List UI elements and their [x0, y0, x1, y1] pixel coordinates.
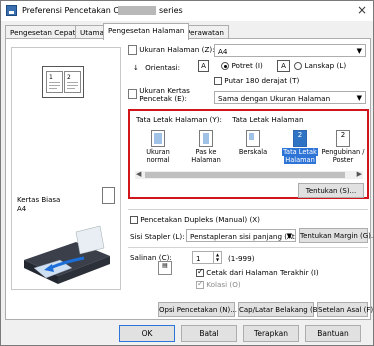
scroll-left-icon[interactable]: ◀ — [136, 170, 141, 178]
cancel-button[interactable]: Batal — [181, 325, 237, 342]
rotate-180-checkbox[interactable] — [214, 77, 222, 85]
chevron-down-icon: ▼ — [356, 94, 362, 102]
landscape-radio[interactable] — [294, 62, 303, 70]
collate-pages-icon: ▤ — [158, 261, 172, 275]
print-preferences-dialog: Preferensi Pencetakan Canon series × Pen… — [0, 0, 374, 346]
page-layout-current: Tata Letak Halaman — [232, 115, 304, 124]
specify-button[interactable]: Tentukan (S)... — [298, 183, 364, 198]
printer-paper-icon — [128, 89, 137, 99]
duplex-label: Pencetakan Dupleks (Manual) (X) — [140, 215, 260, 224]
layout-item-tiling-poster[interactable]: 2 Pengubinan / Poster — [321, 128, 365, 168]
fit-to-page-icon — [199, 130, 213, 147]
title-bar: Preferensi Pencetakan Canon series × — [1, 1, 373, 21]
window-title-suffix: series — [159, 6, 183, 15]
redacted-model-name — [118, 6, 156, 15]
preview-sheet-1: 1 — [46, 71, 63, 93]
printer-paper-label-2: Pencetak (E): — [139, 94, 187, 103]
page-size-label: Ukuran Halaman (Z): — [139, 45, 215, 54]
page-orientation-preview — [102, 187, 115, 204]
portrait-icon: A — [198, 60, 209, 72]
page-layout-header: Tata Letak Halaman (Y): Tata Letak Halam… — [136, 115, 304, 124]
page-layout-icon: 2 — [293, 130, 307, 147]
defaults-button[interactable]: Setelan Asal (F) — [317, 302, 373, 317]
duplex-checkbox[interactable] — [130, 216, 138, 224]
paper-info: Kertas Biasa A4 — [17, 196, 60, 214]
chevron-down-icon: ▼ — [356, 47, 362, 55]
tab-page-setup[interactable]: Pengesetan Halaman — [103, 23, 190, 40]
page-layout-group: Tata Letak Halaman (Y): Tata Letak Halam… — [128, 109, 369, 199]
copies-spinner[interactable]: 1 ▲ ▼ — [192, 251, 222, 264]
printer-paper-select[interactable]: Sama dengan Ukuran Halaman ▼ — [214, 91, 366, 104]
collate-checkbox[interactable] — [196, 279, 204, 289]
specify-margin-button[interactable]: Tentukan Margin (G)... — [299, 228, 374, 243]
scaled-icon — [246, 130, 260, 147]
landscape-label: Lanskap (L) — [304, 61, 347, 70]
preview-sheet-2: 2 — [64, 71, 81, 93]
orientation-label: Orientasi: — [145, 63, 181, 72]
page-layout-list[interactable]: Ukuran normal Pas ke Halaman Berskala 2 … — [135, 128, 365, 168]
rotate-row: Putar 180 derajat (T) — [214, 76, 299, 85]
layout-item-fit-to-page[interactable]: Pas ke Halaman — [183, 128, 229, 168]
layout-preview-paper: 1 2 — [42, 66, 84, 98]
collate-row: Kolasi (O) — [196, 279, 241, 289]
printer-paper-row: Ukuran Kertas Pencetak (E): — [128, 87, 190, 103]
paper-type-text: Kertas Biasa — [17, 196, 61, 204]
help-button[interactable]: Bantuan — [305, 325, 361, 342]
copies-range: (1-999) — [228, 254, 255, 263]
layout-item-page-layout[interactable]: 2 Tata Letak Halaman — [277, 128, 323, 168]
portrait-label: Potret (I) — [231, 61, 263, 70]
stapling-select[interactable]: Penstapleran sisi panjang (Atas) ▼ — [186, 229, 296, 242]
printer-illustration — [24, 225, 110, 284]
duplex-row: Pencetakan Dupleks (Manual) (X) — [130, 215, 260, 224]
page-size-select[interactable]: A4 ▼ — [214, 44, 366, 57]
layout-item-scaled[interactable]: Berskala — [230, 128, 276, 168]
tiling-poster-icon: 2 — [336, 130, 350, 147]
orientation-arrow-icon: ↓ — [133, 64, 139, 72]
page-size-row: Ukuran Halaman (Z): — [128, 45, 215, 55]
page-setup-panel: 1 2 Kertas Biasa A4 Ukuran Halaman (Z): … — [5, 38, 374, 320]
divider — [128, 247, 368, 248]
layout-item-normal-size[interactable]: Ukuran normal — [135, 128, 181, 168]
printer-app-icon — [6, 5, 17, 16]
divider — [128, 209, 368, 210]
portrait-radio[interactable] — [221, 62, 230, 70]
landscape-icon: A — [277, 60, 291, 72]
normal-size-icon — [151, 130, 165, 147]
stapling-row: Sisi Stapler (L): — [130, 232, 185, 241]
collate-label: Kolasi (O) — [206, 280, 241, 289]
scrollbar-thumb[interactable] — [145, 172, 345, 178]
copies-range-row: (1-999) — [228, 254, 255, 263]
apply-button[interactable]: Terapkan — [243, 325, 299, 342]
page-size-icon — [128, 45, 137, 55]
layout-horizontal-scrollbar[interactable]: ◀ ▶ — [135, 170, 363, 179]
spinner-arrows-icon[interactable]: ▲ ▼ — [213, 252, 221, 263]
stamp-background-button[interactable]: Cap/Latar Belakang (B)... — [238, 302, 327, 317]
page-layout-label: Tata Letak Halaman (Y): — [136, 115, 222, 124]
tab-quick-setup[interactable]: Pengesetan Cepat — [5, 25, 81, 39]
stapling-label: Sisi Stapler (L): — [130, 232, 185, 241]
close-icon[interactable]: × — [357, 4, 367, 16]
last-page-label: Cetak dari Halaman Terakhir (I) — [206, 268, 319, 277]
paper-size-text: A4 — [17, 205, 27, 213]
last-page-checkbox[interactable] — [196, 267, 204, 277]
print-options-button[interactable]: Opsi Pencetakan (N)... — [158, 302, 237, 317]
last-page-row: Cetak dari Halaman Terakhir (I) — [196, 267, 319, 277]
chevron-down-icon: ▼ — [286, 232, 292, 240]
scroll-right-icon[interactable]: ▶ — [357, 170, 362, 178]
ok-button[interactable]: OK — [119, 325, 175, 342]
orientation-options: A Potret (I) A Lanskap (L) — [198, 60, 346, 72]
orientation-row: ↓ Orientasi: — [133, 63, 180, 72]
rotate-180-label: Putar 180 derajat (T) — [224, 76, 300, 85]
